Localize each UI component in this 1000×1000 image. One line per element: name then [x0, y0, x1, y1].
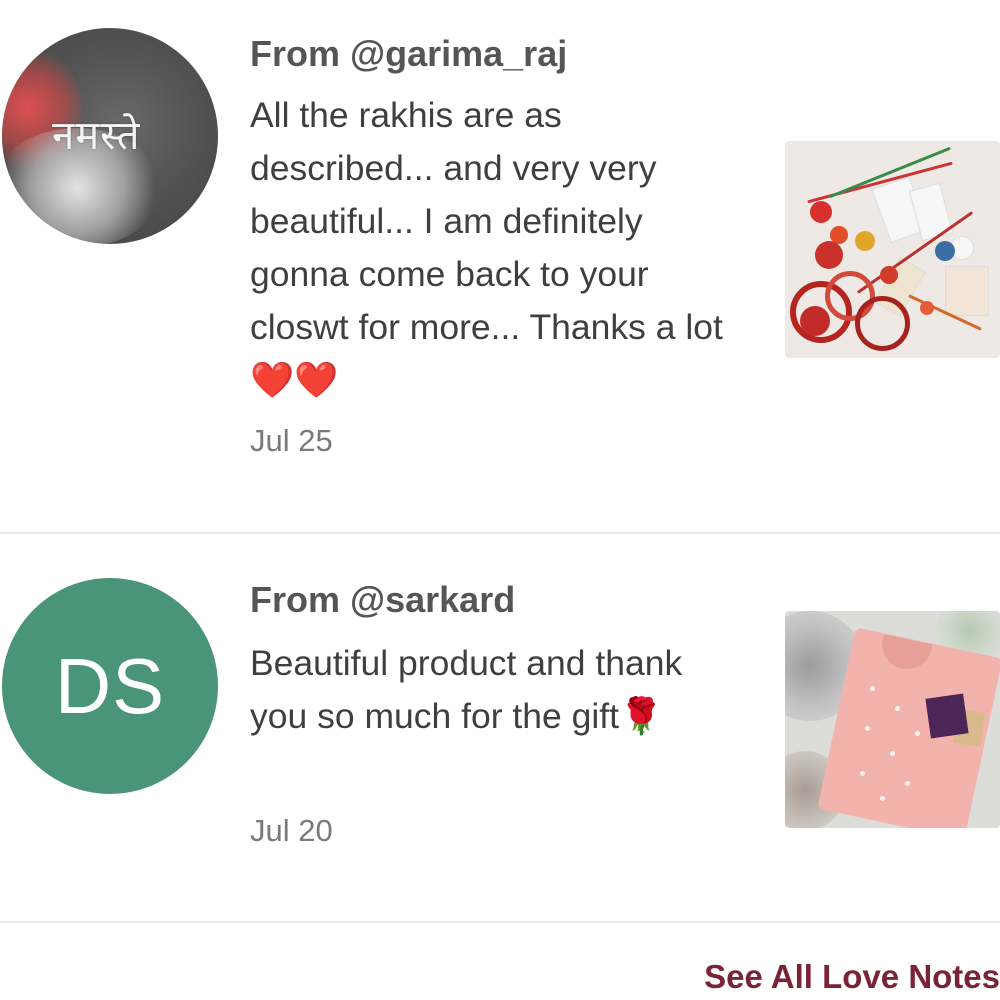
kurta-dot	[895, 706, 900, 711]
rakhi-card	[945, 266, 989, 316]
love-note: नमस्ते From @garima_raj All the rakhis a…	[0, 0, 1000, 533]
note-date: Jul 25	[250, 423, 333, 458]
avatar[interactable]: नमस्ते	[2, 28, 218, 244]
rakhi	[920, 301, 934, 315]
rakhi	[855, 296, 910, 351]
note-author[interactable]: From @sarkard	[250, 579, 515, 621]
note-message: Beautiful product and thank you so much …	[250, 643, 683, 736]
note-author[interactable]: From @garima_raj	[250, 33, 567, 75]
avatar[interactable]: DS	[2, 578, 218, 794]
kurta-dot	[880, 796, 885, 801]
kurta-dot	[915, 731, 920, 736]
love-note: DS From @sarkard Beautiful product and t…	[0, 534, 1000, 921]
kurta-dot	[890, 751, 895, 756]
see-all-love-notes-link[interactable]: See All Love Notes	[704, 958, 1000, 996]
rakhi	[810, 201, 832, 223]
kurta-dot	[860, 771, 865, 776]
product-image[interactable]	[785, 141, 1000, 358]
kurta-dot	[865, 726, 870, 731]
rakhi	[815, 241, 843, 269]
rakhi	[855, 231, 875, 251]
product-tag	[925, 693, 969, 739]
note-message: All the rakhis are as described... and v…	[250, 95, 723, 400]
divider	[0, 921, 1000, 923]
note-date: Jul 20	[250, 813, 333, 848]
rakhi	[935, 241, 955, 261]
product-image[interactable]	[785, 611, 1000, 828]
rakhi	[880, 266, 898, 284]
avatar-script-text: नमस्ते	[52, 113, 141, 159]
kurta-dot	[870, 686, 875, 691]
avatar-initials: DS	[54, 641, 166, 730]
love-notes-page: नमस्ते From @garima_raj All the rakhis a…	[0, 0, 1000, 1000]
kurta-dot	[905, 781, 910, 786]
rakhi	[800, 306, 830, 336]
